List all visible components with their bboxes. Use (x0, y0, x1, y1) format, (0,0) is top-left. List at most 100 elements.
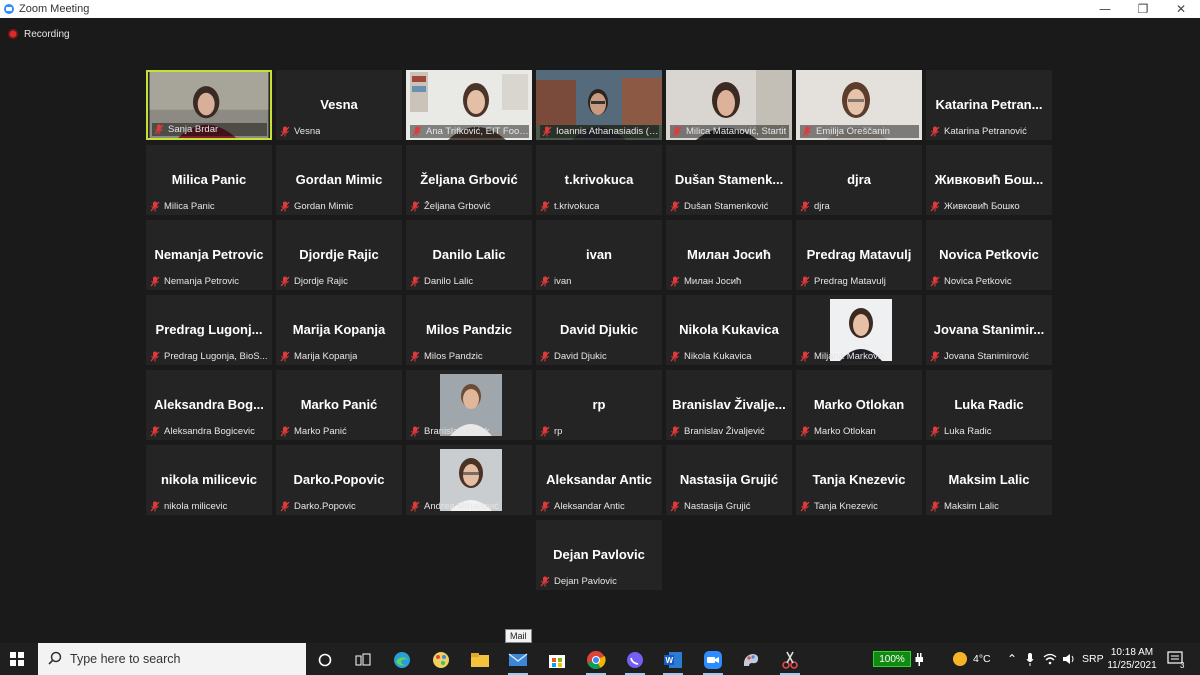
chrome-icon[interactable] (580, 647, 612, 675)
viber-icon[interactable] (619, 647, 651, 675)
mail-icon[interactable] (502, 647, 534, 675)
participant-tile[interactable]: Marko Panić Marko Panić (276, 370, 402, 440)
participant-name: Tanja Knezevic (814, 501, 878, 512)
participant-tile[interactable]: Novica Petkovic Novica Petkovic (926, 220, 1052, 290)
participant-display-name: djra (847, 172, 871, 187)
volume-icon[interactable] (1062, 643, 1076, 675)
participant-display-name: Milica Panic (171, 172, 247, 187)
participant-tile[interactable]: Dejan Pavlovic Dejan Pavlovic (536, 520, 662, 590)
participant-name: Milica Panic (164, 201, 215, 212)
participant-name: t.krivokuca (554, 201, 600, 212)
participant-tile[interactable]: Marko Otlokan Marko Otlokan (796, 370, 922, 440)
participant-tile[interactable]: Tanja Knezevic Tanja Knezevic (796, 445, 922, 515)
muted-microphone-icon (410, 501, 420, 512)
taskbar-search-box[interactable]: Type here to search (38, 643, 306, 675)
participant-tile[interactable]: Katarina Petran... Katarina Petranović (926, 70, 1052, 140)
notification-center-icon[interactable]: 3 (1167, 643, 1184, 675)
participant-tile[interactable]: Andrea Mihajlović (406, 445, 532, 515)
participant-tile[interactable]: t.krivokuca t.krivokuca (536, 145, 662, 215)
participant-name-label: Dejan Pavlovic (540, 575, 659, 588)
participant-name-label: Milica Panic (150, 200, 269, 213)
participant-tile[interactable]: Gordan Mimic Gordan Mimic (276, 145, 402, 215)
participant-tile[interactable]: Dušan Stamenk... Dušan Stamenković (666, 145, 792, 215)
participant-tile[interactable]: Sanja Brdar (146, 70, 272, 140)
muted-microphone-icon (542, 126, 552, 137)
participant-tile[interactable]: Milos Pandzic Milos Pandzic (406, 295, 532, 365)
participant-tile[interactable]: Milica Matanović, Startit (666, 70, 792, 140)
participant-tile[interactable]: Nastasija Grujić Nastasija Grujić (666, 445, 792, 515)
paint-icon[interactable] (425, 647, 457, 673)
clock-date: 11/25/2021 (1107, 660, 1157, 671)
participant-tile[interactable]: Живковић Бош... Живковић Бошко (926, 145, 1052, 215)
wifi-icon[interactable] (1043, 643, 1057, 675)
participant-display-name: Nemanja Petrovic (154, 247, 264, 262)
power-plug-icon[interactable] (914, 643, 924, 675)
muted-microphone-icon (150, 276, 160, 287)
task-view-icon[interactable] (347, 647, 379, 673)
participant-tile[interactable]: Nemanja Petrovic Nemanja Petrovic (146, 220, 272, 290)
muted-microphone-icon (540, 351, 550, 362)
participant-tile[interactable]: rp rp (536, 370, 662, 440)
participant-tile[interactable]: Predrag Matavulj Predrag Matavulj (796, 220, 922, 290)
recording-indicator[interactable]: Recording (8, 26, 70, 42)
clock[interactable]: 10:18 AM 11/25/2021 (1102, 646, 1162, 672)
participant-name: Danilo Lalic (424, 276, 474, 287)
participant-tile[interactable]: Ioannis Athanasiadis (WU... (536, 70, 662, 140)
participant-tile[interactable]: Željana Grbović Željana Grbović (406, 145, 532, 215)
participant-tile[interactable]: Milica Panic Milica Panic (146, 145, 272, 215)
participant-display-name: Tanja Knezevic (812, 472, 906, 487)
microsoft-store-icon[interactable] (541, 647, 573, 673)
participant-tile[interactable]: Darko.Popovic Darko.Popovic (276, 445, 402, 515)
zoom-app-icon[interactable] (697, 647, 729, 675)
participant-name: rp (554, 426, 563, 437)
minimize-button[interactable]: — (1086, 2, 1124, 16)
participant-name-label: Milos Pandzic (410, 350, 529, 363)
microphone-icon[interactable] (1026, 643, 1034, 675)
close-button[interactable]: ✕ (1162, 2, 1200, 16)
weather-widget[interactable]: 4°C (953, 643, 991, 675)
participant-tile[interactable]: Vesna Vesna (276, 70, 402, 140)
muted-microphone-icon (540, 201, 550, 212)
participant-tile[interactable]: Emilija Oreščanin (796, 70, 922, 140)
file-explorer-icon[interactable] (464, 647, 496, 673)
participant-tile[interactable]: Danilo Lalic Danilo Lalic (406, 220, 532, 290)
participant-display-name: Nikola Kukavica (679, 322, 779, 337)
participant-name-label: ivan (540, 275, 659, 288)
participant-tile[interactable]: Милан Јосић Милан Јосић (666, 220, 792, 290)
restore-button[interactable]: ❐ (1124, 2, 1162, 16)
participant-tile[interactable]: Nikola Kukavica Nikola Kukavica (666, 295, 792, 365)
participant-tile[interactable]: Ana Trifković, EIT Food ... (406, 70, 532, 140)
paint-3d-icon[interactable] (735, 647, 767, 673)
participant-tile[interactable]: Marija Kopanja Marija Kopanja (276, 295, 402, 365)
participant-name-label: nikola milicevic (150, 500, 269, 513)
participant-name: Katarina Petranović (944, 126, 1027, 137)
edge-icon[interactable] (386, 647, 418, 673)
snip-tool-icon[interactable] (774, 647, 806, 675)
participant-tile[interactable]: Aleksandra Bog... Aleksandra Bogicevic (146, 370, 272, 440)
participant-tile[interactable]: David Djukic David Djukic (536, 295, 662, 365)
battery-indicator[interactable]: 100% (873, 651, 911, 667)
participant-tile[interactable]: Djordje Rajic Djordje Rajic (276, 220, 402, 290)
muted-microphone-icon (150, 201, 160, 212)
participant-tile[interactable]: nikola milicevic nikola milicevic (146, 445, 272, 515)
muted-microphone-icon (800, 276, 810, 287)
participant-tile[interactable]: Maksim Lalic Maksim Lalic (926, 445, 1052, 515)
participant-tile[interactable]: Jovana Stanimir... Jovana Stanimirović (926, 295, 1052, 365)
cortana-icon[interactable] (309, 647, 341, 673)
show-hidden-icons-chevron-icon[interactable]: ⌃ (1007, 643, 1017, 675)
participant-tile[interactable]: Luka Radic Luka Radic (926, 370, 1052, 440)
participant-tile[interactable]: Branislav Pejak (406, 370, 532, 440)
participant-display-name: Gordan Mimic (295, 172, 383, 187)
participant-tile[interactable]: Aleksandar Antic Aleksandar Antic (536, 445, 662, 515)
word-icon[interactable]: W (657, 647, 689, 675)
participant-tile[interactable]: ivan ivan (536, 220, 662, 290)
participant-tile[interactable]: Miljana Marković (796, 295, 922, 365)
participant-tile[interactable]: Branislav Živalje... Branislav Živaljević (666, 370, 792, 440)
windows-start-icon[interactable] (10, 652, 24, 666)
language-indicator[interactable]: SRP (1082, 643, 1104, 675)
participant-name: Marko Otlokan (814, 426, 876, 437)
participant-tile[interactable]: djra djra (796, 145, 922, 215)
participant-name: Predrag Lugonja, BioS... (164, 351, 268, 362)
participant-display-name: Jovana Stanimir... (933, 322, 1045, 337)
participant-tile[interactable]: Predrag Lugonj... Predrag Lugonja, BioS..… (146, 295, 272, 365)
